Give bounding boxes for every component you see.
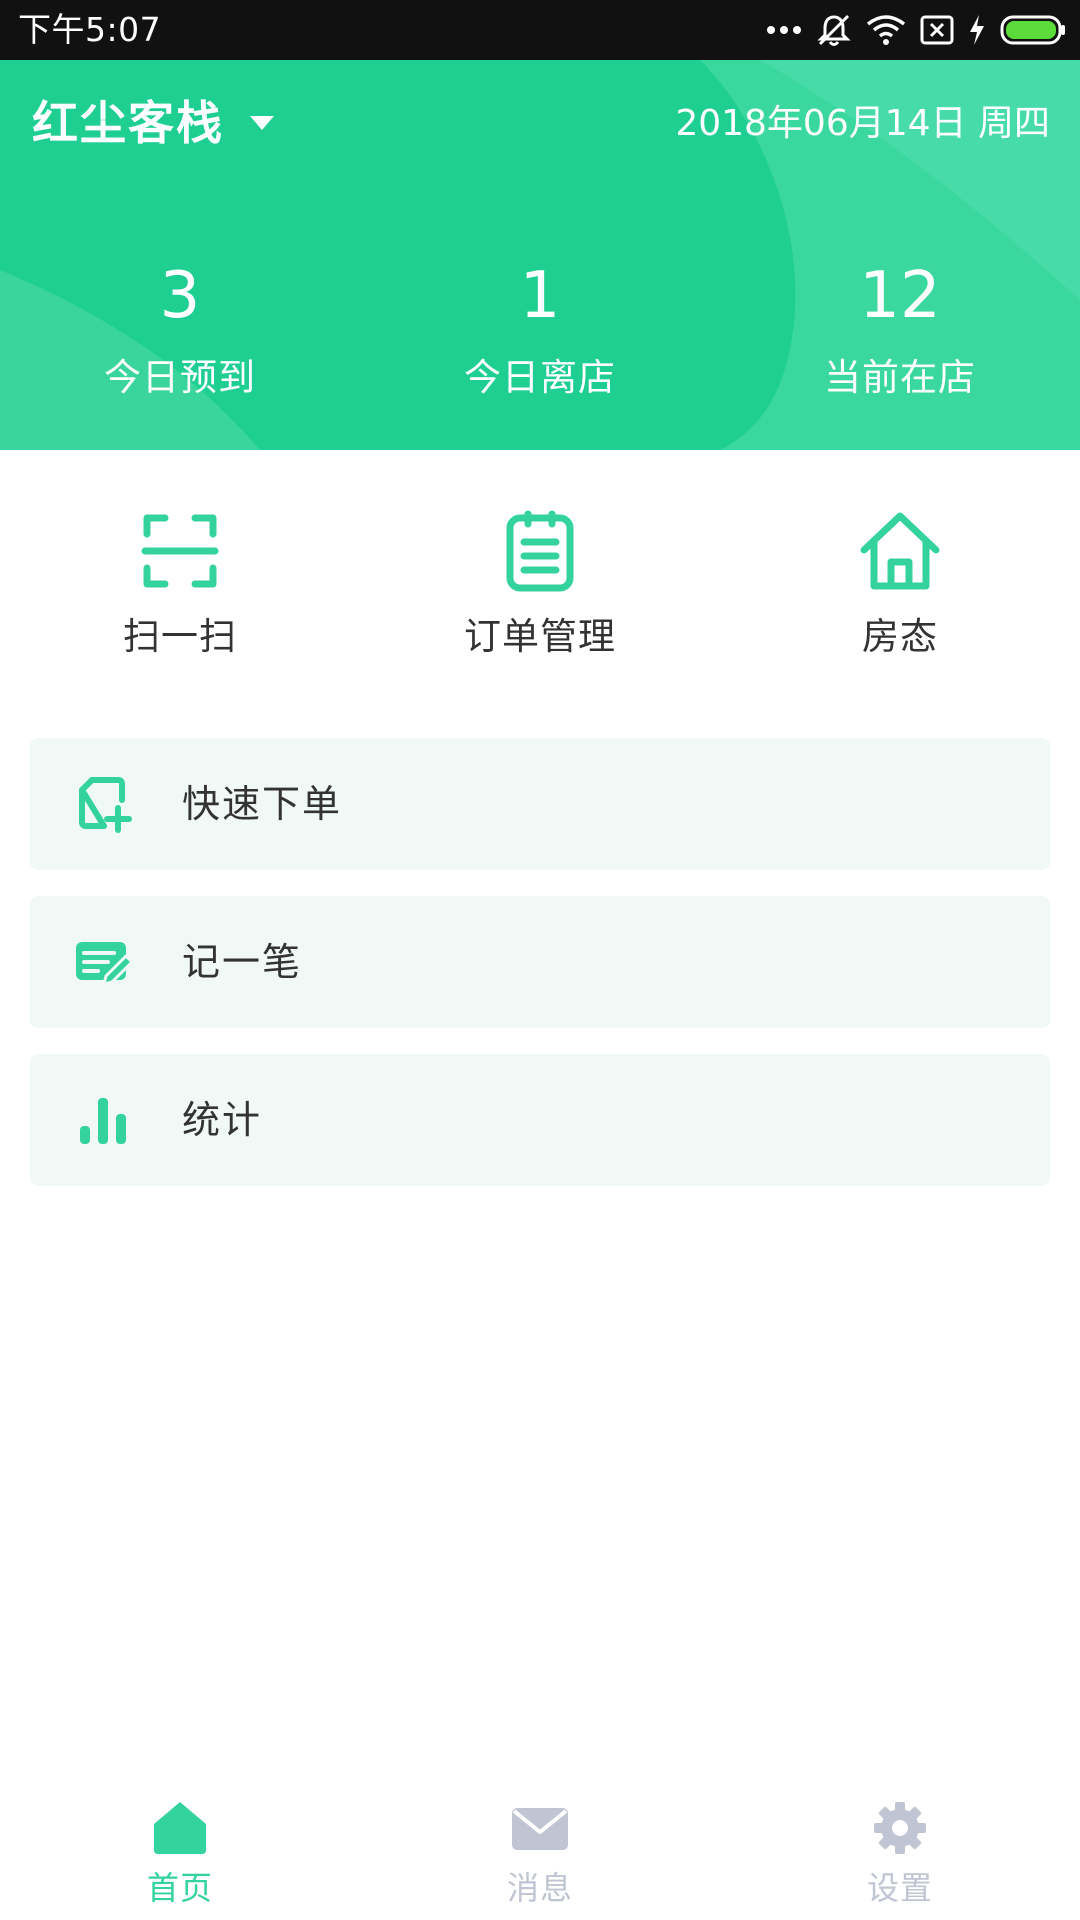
nav-messages-label: 消息 xyxy=(506,1869,573,1907)
note-edit-icon xyxy=(74,932,134,992)
mail-icon xyxy=(510,1798,570,1858)
stat-in-house[interactable]: 12 当前在店 xyxy=(720,256,1080,402)
quick-order-card[interactable]: 快速下单 xyxy=(30,738,1050,870)
mute-icon xyxy=(816,12,852,48)
bar-chart-icon xyxy=(74,1090,134,1150)
quick-order-label: 快速下单 xyxy=(182,782,343,826)
wifi-icon xyxy=(866,14,906,46)
new-order-icon xyxy=(74,774,134,834)
house-icon xyxy=(859,510,941,592)
nav-settings-label: 设置 xyxy=(866,1869,933,1907)
status-icons xyxy=(766,10,1066,50)
battery-icon xyxy=(1000,15,1066,45)
room-status-label: 房态 xyxy=(862,615,938,658)
nav-messages[interactable]: 消息 xyxy=(360,1782,720,1920)
nav-settings[interactable]: 设置 xyxy=(720,1782,1080,1920)
nav-home[interactable]: 首页 xyxy=(0,1782,360,1920)
note-card[interactable]: 记一笔 xyxy=(30,896,1050,1028)
scan-label: 扫一扫 xyxy=(123,615,237,658)
bottom-nav: 首页 消息 设置 xyxy=(0,1782,1080,1920)
stat-expected-arrivals[interactable]: 3 今日预到 xyxy=(0,256,360,402)
home-icon xyxy=(150,1798,210,1858)
stat-label: 今日预到 xyxy=(104,356,256,399)
more-dots-icon xyxy=(766,25,802,35)
order-management-button[interactable]: 订单管理 xyxy=(360,510,720,680)
hotel-name: 红尘客栈 xyxy=(32,96,224,150)
stat-value: 1 xyxy=(519,259,561,333)
stat-label: 当前在店 xyxy=(824,356,976,399)
scan-button[interactable]: 扫一扫 xyxy=(0,510,360,680)
header-date: 2018年06月14日 周四 xyxy=(675,103,1050,144)
room-status-button[interactable]: 房态 xyxy=(720,510,1080,680)
stat-departures[interactable]: 1 今日离店 xyxy=(360,256,720,402)
charging-icon xyxy=(968,14,986,46)
status-time: 下午5:07 xyxy=(18,10,162,49)
stat-value: 3 xyxy=(159,259,201,333)
hotel-selector[interactable]: 红尘客栈 xyxy=(32,92,276,154)
statistics-card[interactable]: 统计 xyxy=(30,1054,1050,1186)
scan-icon xyxy=(139,510,221,592)
nav-home-label: 首页 xyxy=(146,1869,213,1907)
note-label: 记一笔 xyxy=(182,940,303,984)
header-banner: 红尘客栈 2018年06月14日 周四 3 今日预到 1 今日离店 12 当前在… xyxy=(0,60,1080,450)
order-management-label: 订单管理 xyxy=(464,615,616,658)
dropdown-triangle-icon xyxy=(248,114,276,136)
clipboard-icon xyxy=(499,510,581,592)
stat-label: 今日离店 xyxy=(464,356,616,399)
stat-value: 12 xyxy=(859,259,941,333)
status-bar: 下午5:07 xyxy=(0,0,1080,60)
gear-icon xyxy=(870,1798,930,1858)
no-sim-icon xyxy=(920,15,954,45)
statistics-label: 统计 xyxy=(182,1098,263,1142)
